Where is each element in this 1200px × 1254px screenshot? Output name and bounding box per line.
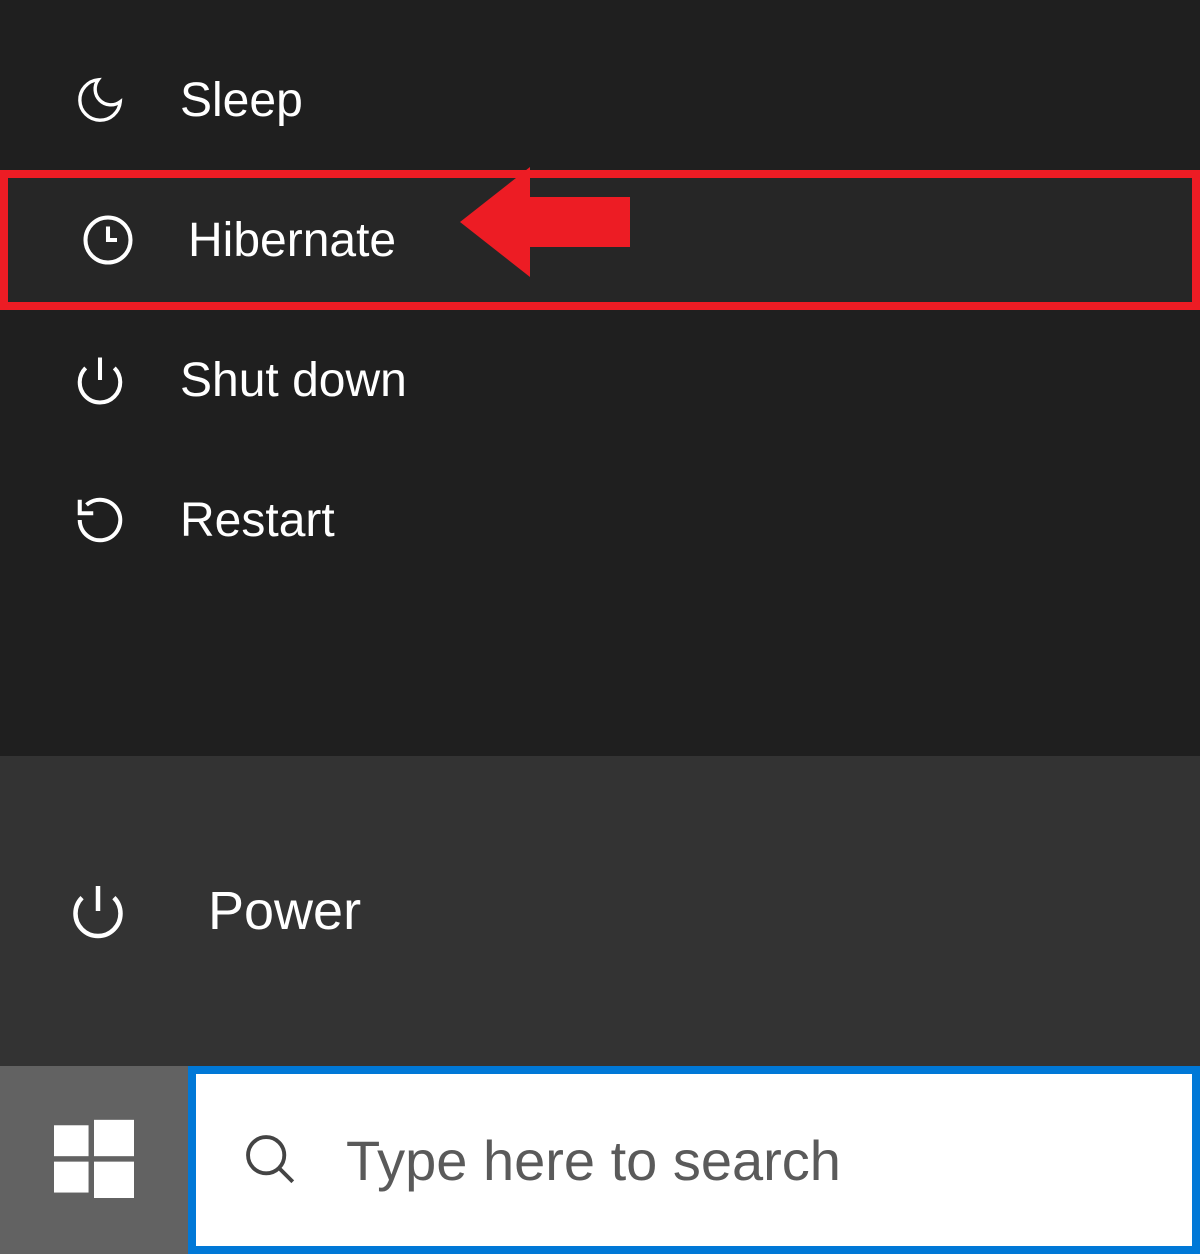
clock-icon — [78, 210, 138, 270]
search-input[interactable]: Type here to search — [188, 1066, 1200, 1254]
menu-item-label: Hibernate — [188, 213, 396, 268]
windows-logo-icon — [54, 1118, 134, 1203]
moon-icon — [70, 70, 130, 130]
power-options-menu: Sleep Hibernate Shut down Restart — [0, 0, 1200, 756]
menu-item-label: Sleep — [180, 73, 303, 128]
search-placeholder: Type here to search — [346, 1128, 841, 1193]
power-icon — [68, 881, 128, 941]
power-icon — [70, 350, 130, 410]
menu-item-label: Shut down — [180, 353, 407, 408]
power-button-panel[interactable]: Power — [0, 756, 1200, 1066]
search-icon — [236, 1125, 306, 1195]
taskbar: Type here to search — [0, 1066, 1200, 1254]
menu-item-shutdown[interactable]: Shut down — [0, 310, 1200, 450]
power-panel-label: Power — [208, 880, 361, 942]
menu-item-label: Restart — [180, 493, 335, 548]
menu-item-hibernate[interactable]: Hibernate — [0, 170, 1200, 310]
menu-item-sleep[interactable]: Sleep — [0, 30, 1200, 170]
restart-icon — [70, 490, 130, 550]
start-button[interactable] — [0, 1066, 188, 1254]
menu-item-restart[interactable]: Restart — [0, 450, 1200, 590]
